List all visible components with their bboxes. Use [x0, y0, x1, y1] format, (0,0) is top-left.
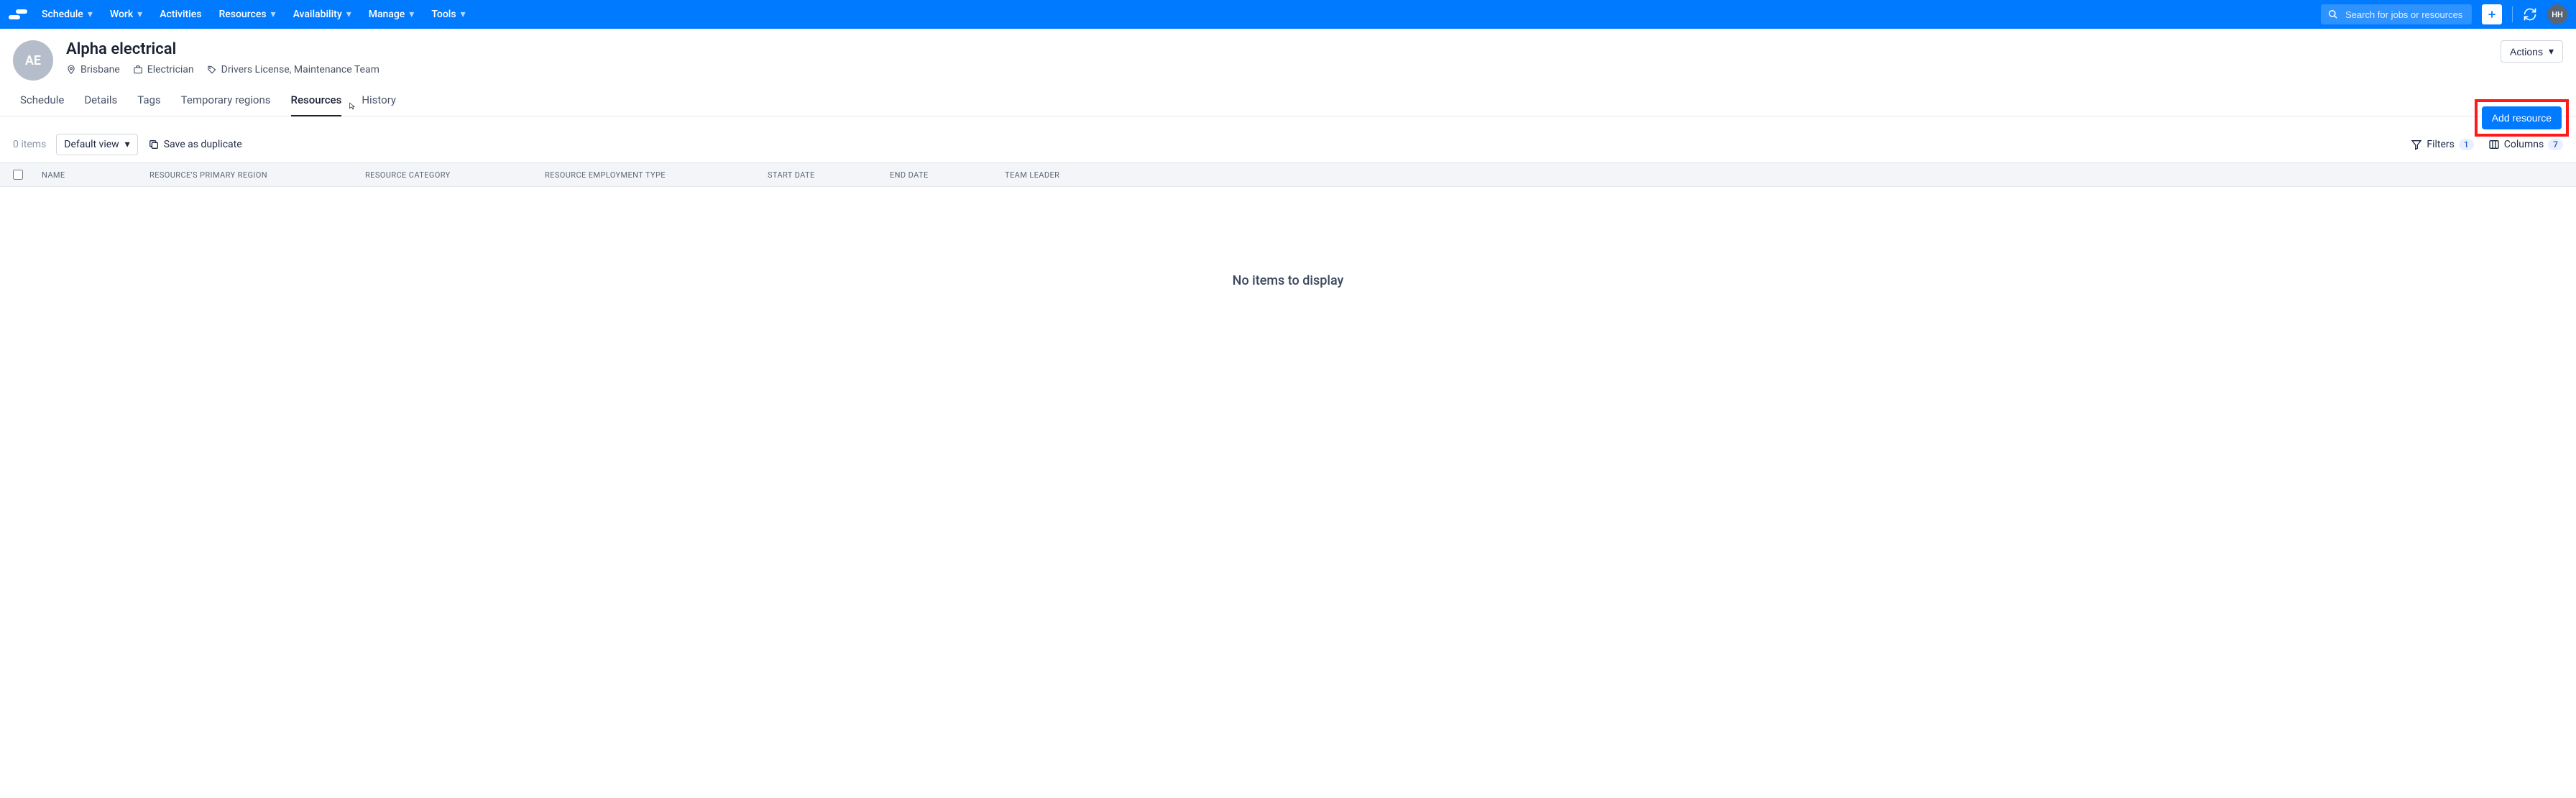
- empty-message: No items to display: [1233, 273, 1344, 288]
- record-avatar: AE: [13, 40, 53, 81]
- nav-divider: [2512, 6, 2513, 22]
- nav-activities[interactable]: Activities: [160, 9, 201, 20]
- chevron-down-icon: ▾: [461, 9, 466, 20]
- meta-line: Brisbane Electrician Drivers License, Ma…: [66, 64, 2488, 75]
- nav-right: HH: [2321, 4, 2567, 24]
- filters-count: 1: [2459, 139, 2474, 150]
- nav-availability[interactable]: Availability ▾: [293, 9, 351, 20]
- filter-icon: [2411, 139, 2422, 150]
- user-avatar[interactable]: HH: [2547, 4, 2567, 24]
- tabs: Schedule Details Tags Temporary regions …: [0, 81, 2576, 116]
- nav-label: Work: [110, 9, 133, 20]
- nav-items: Schedule ▾ Work ▾ Activities Resources ▾ Av…: [42, 9, 466, 20]
- save-as-duplicate[interactable]: Save as duplicate: [148, 139, 242, 150]
- columns-label: Columns: [2504, 139, 2544, 150]
- empty-state: No items to display: [0, 187, 2576, 375]
- columns-icon: [2488, 139, 2500, 150]
- title-block: Alpha electrical Brisbane Electrician Dr…: [66, 40, 2488, 75]
- location-pin-icon: [66, 65, 76, 75]
- tab-schedule[interactable]: Schedule: [20, 93, 64, 116]
- list-toolbar: 0 items Default view ▾ Save as duplicate…: [0, 116, 2576, 162]
- search-icon: [2328, 9, 2338, 19]
- global-add-button[interactable]: [2482, 4, 2502, 24]
- tab-history[interactable]: History: [362, 93, 396, 116]
- col-name[interactable]: NAME: [42, 170, 150, 180]
- view-label: Default view: [64, 139, 119, 150]
- meta-location: Brisbane: [66, 64, 120, 75]
- nav-resources[interactable]: Resources ▾: [218, 9, 275, 20]
- filters-button[interactable]: Filters 1: [2411, 139, 2473, 150]
- chevron-down-icon: ▾: [125, 139, 130, 150]
- actions-button[interactable]: Actions ▾: [2501, 40, 2563, 63]
- table-header: NAME RESOURCE'S PRIMARY REGION RESOURCE …: [0, 162, 2576, 187]
- meta-tags-text: Drivers License, Maintenance Team: [221, 64, 380, 75]
- global-search[interactable]: [2321, 4, 2472, 24]
- tab-details[interactable]: Details: [84, 93, 117, 116]
- chevron-down-icon: ▾: [2549, 45, 2554, 58]
- select-all-cell: [13, 170, 42, 180]
- avatar-initials: AE: [25, 53, 41, 68]
- col-employment-type[interactable]: RESOURCE EMPLOYMENT TYPE: [545, 170, 768, 180]
- chevron-down-icon: ▾: [137, 9, 142, 20]
- meta-tags: Drivers License, Maintenance Team: [207, 64, 380, 75]
- add-resource-button[interactable]: Add resource: [2482, 106, 2562, 129]
- duplicate-label: Save as duplicate: [164, 139, 242, 150]
- tab-tags[interactable]: Tags: [137, 93, 160, 116]
- toolbar-right: Filters 1 Columns 7: [2411, 139, 2563, 150]
- search-input[interactable]: [2345, 9, 2465, 20]
- col-resource-category[interactable]: RESOURCE CATEGORY: [365, 170, 545, 180]
- nav-label: Availability: [293, 9, 342, 20]
- user-initials: HH: [2552, 10, 2563, 19]
- tab-resources[interactable]: Resources: [291, 93, 342, 116]
- nav-label: Manage: [369, 9, 405, 20]
- nav-schedule[interactable]: Schedule ▾: [42, 9, 93, 20]
- nav-label: Schedule: [42, 9, 83, 20]
- plus-icon: [2487, 9, 2497, 19]
- chevron-down-icon: ▾: [346, 9, 351, 20]
- nav-label: Activities: [160, 9, 201, 20]
- chevron-down-icon: ▾: [88, 9, 93, 20]
- sync-icon[interactable]: [2523, 7, 2537, 22]
- item-count: 0 items: [13, 139, 46, 150]
- col-primary-region[interactable]: RESOURCE'S PRIMARY REGION: [150, 170, 365, 180]
- nav-tools[interactable]: Tools ▾: [431, 9, 465, 20]
- page-header: AE Alpha electrical Brisbane Electrician…: [0, 29, 2576, 81]
- page-title: Alpha electrical: [66, 40, 2488, 58]
- duplicate-icon: [148, 139, 160, 150]
- chevron-down-icon: ▾: [271, 9, 276, 20]
- meta-role-text: Electrician: [147, 64, 194, 75]
- view-selector[interactable]: Default view ▾: [56, 134, 137, 155]
- meta-location-text: Brisbane: [80, 64, 120, 75]
- nav-label: Resources: [218, 9, 266, 20]
- nav-work[interactable]: Work ▾: [110, 9, 142, 20]
- add-resource-highlight: Add resource: [2475, 99, 2569, 137]
- cursor-pointer-icon: [346, 101, 356, 111]
- select-all-checkbox[interactable]: [13, 170, 23, 180]
- col-end-date[interactable]: END DATE: [890, 170, 1005, 180]
- col-start-date[interactable]: START DATE: [768, 170, 890, 180]
- filters-label: Filters: [2426, 139, 2455, 150]
- nav-manage[interactable]: Manage ▾: [369, 9, 415, 20]
- actions-label: Actions: [2510, 46, 2543, 58]
- tag-icon: [207, 65, 217, 75]
- nav-label: Tools: [431, 9, 456, 20]
- columns-count: 7: [2548, 139, 2563, 150]
- app-logo[interactable]: [9, 9, 29, 20]
- tab-temporary-regions[interactable]: Temporary regions: [181, 93, 271, 116]
- chevron-down-icon: ▾: [409, 9, 414, 20]
- briefcase-icon: [133, 65, 143, 75]
- col-team-leader[interactable]: TEAM LEADER: [1005, 170, 1105, 180]
- top-nav: Schedule ▾ Work ▾ Activities Resources ▾ Av…: [0, 0, 2576, 29]
- columns-button[interactable]: Columns 7: [2488, 139, 2563, 150]
- meta-role: Electrician: [133, 64, 194, 75]
